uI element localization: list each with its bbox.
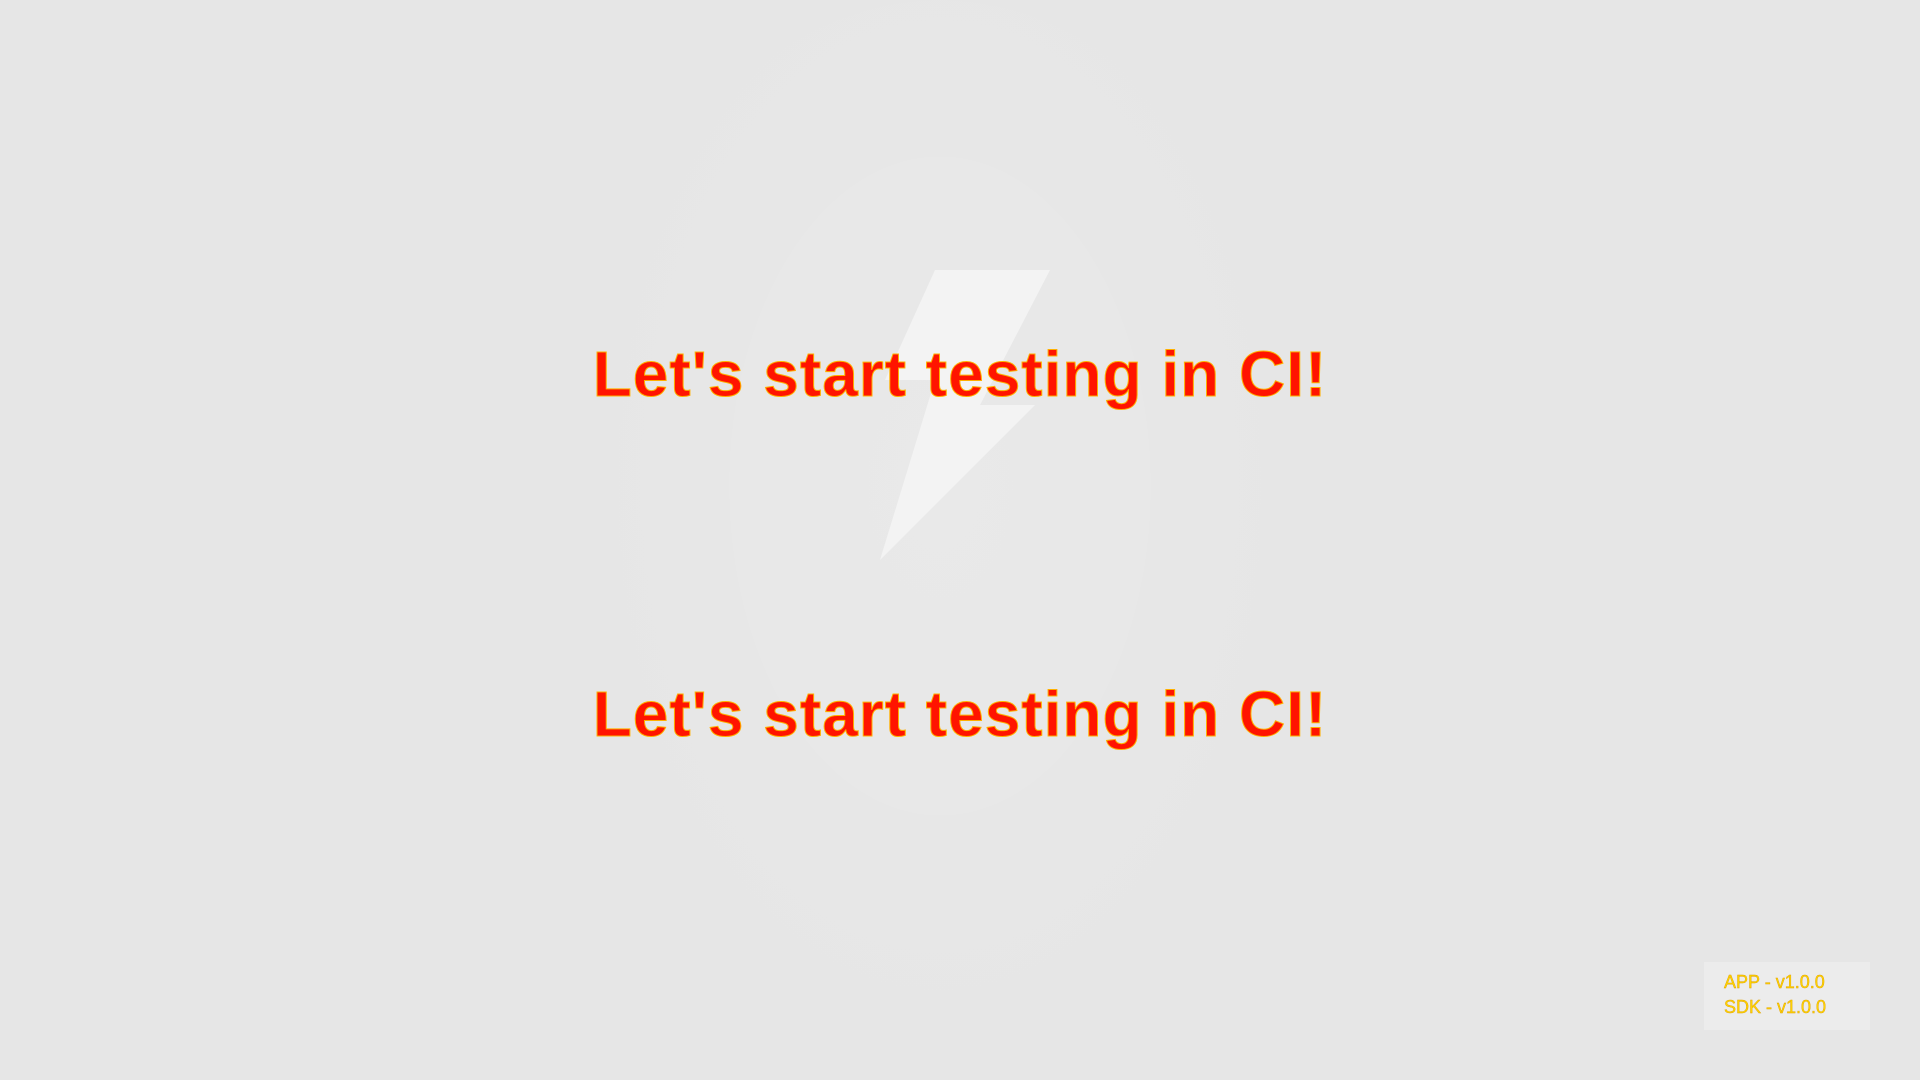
lightning-bolt-icon xyxy=(880,270,1050,560)
app-version-label: APP - v1.0.0 xyxy=(1724,972,1825,992)
app-screen: Let's start testing in CI! Let's start t… xyxy=(0,0,1920,1080)
headline-top: Let's start testing in CI! xyxy=(592,338,1328,411)
headline-bottom: Let's start testing in CI! xyxy=(592,678,1328,751)
background-glow xyxy=(560,0,1320,1080)
sdk-version-label: SDK - v1.0.0 xyxy=(1724,997,1827,1017)
version-info-panel: APP - v1.0.0 SDK - v1.0.0 xyxy=(1704,962,1870,1030)
